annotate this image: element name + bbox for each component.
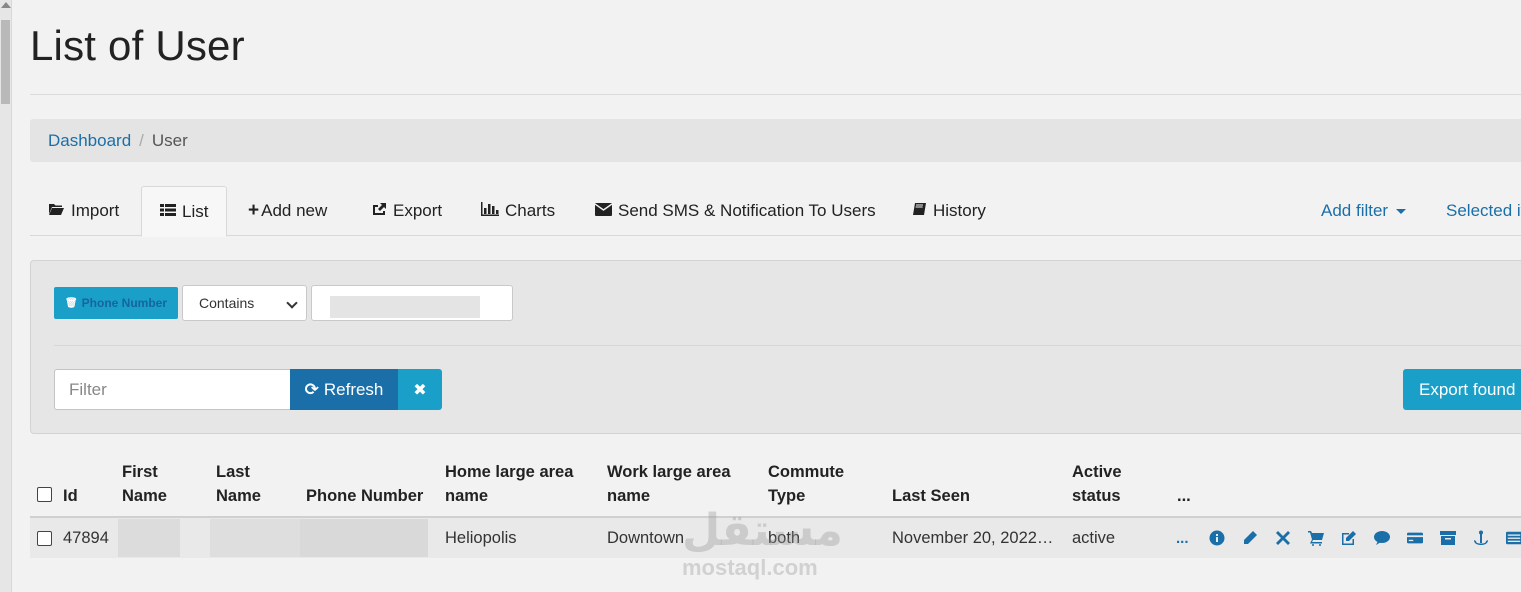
filter-operator-value: Contains [199,295,255,311]
more-actions-link[interactable]: ... [1176,530,1200,547]
tab-charts-label: Charts [505,201,556,220]
column-header-phone-number[interactable]: Phone Number [306,484,423,508]
chevron-down-icon [286,297,298,309]
tab-send-sms[interactable]: Send SMS & Notification To Users [577,186,894,236]
tab-export-label: Export [393,201,443,220]
tab-list[interactable]: List [141,186,228,237]
tab-add-new-label: Add new [261,201,328,220]
column-header-last-name[interactable]: Last Name [216,460,286,508]
tab-add-new[interactable]: + Add new [230,186,345,236]
refresh-icon: ⟳ [304,379,319,399]
breadcrumb-separator: / [139,130,144,150]
tab-send-sms-label: Send SMS & Notification To Users [618,201,876,220]
folder-open-icon [48,202,65,220]
redacted-phone [300,519,428,557]
cart-icon[interactable] [1299,530,1332,546]
table-header: Id First Name Last Name Phone Number Hom… [30,458,1521,518]
cell-id: 47894 [63,528,109,547]
add-filter-label: Add filter [1321,201,1389,220]
refresh-button[interactable]: ⟳ Refresh [290,369,398,410]
tab-history-label: History [933,201,986,220]
redacted-value [330,296,480,318]
tab-charts[interactable]: Charts [463,186,573,236]
add-filter-dropdown[interactable]: Add filter [1303,186,1424,236]
cell-phone [300,518,428,558]
close-icon: ✖ [413,381,427,399]
column-header-id[interactable]: Id [63,484,78,508]
table-row[interactable]: 47894 Heliopolis Downtown both November … [30,518,1521,558]
cell-first-name [118,518,180,558]
tab-import-label: Import [71,201,120,220]
filter-value-input[interactable] [311,285,513,321]
search-input[interactable]: Filter [54,369,291,410]
row-actions: ... [1176,518,1521,558]
cell-work-area: Downtown [607,528,685,547]
refresh-label: Refresh [323,379,384,399]
tab-import[interactable]: Import [30,186,137,236]
export-found-button[interactable]: Export found U [1403,369,1521,410]
credit-card-icon[interactable] [1398,530,1431,546]
list-alt-icon[interactable] [1497,530,1521,546]
watermark-latin: mostaql.com [682,555,818,580]
page-title: List of User [30,22,245,69]
title-divider [30,94,1521,95]
book-icon [912,202,927,221]
selected-items-dropdown[interactable]: Selected it [1428,186,1521,236]
plus-icon: + [248,200,260,221]
bar-chart-icon [481,202,499,220]
pencil-icon[interactable] [1233,530,1266,546]
column-header-work-area[interactable]: Work large area name [607,460,757,508]
panel-divider [54,345,1521,346]
column-header-commute-type[interactable]: Commute Type [768,460,868,508]
breadcrumb-current: User [151,130,188,150]
cell-commute-type: both [768,528,801,547]
column-header-last-seen[interactable]: Last Seen [892,484,970,508]
cell-last-name [210,518,300,558]
cell-active-status: active [1072,528,1116,547]
archive-icon[interactable] [1431,530,1464,546]
filter-operator-select[interactable]: Contains [182,285,307,321]
info-icon[interactable] [1200,530,1233,546]
list-icon [160,203,176,221]
tab-export[interactable]: Export [353,186,460,236]
redacted-last-name [210,519,300,557]
trash-icon[interactable]: 🗑 [65,298,78,309]
vertical-scrollbar[interactable] [0,0,12,592]
filter-field-label: Phone Number [81,296,168,310]
row-checkbox[interactable] [37,531,52,546]
redacted-first-name [118,519,180,557]
cell-last-seen: November 20, 2022… [892,528,1054,547]
close-icon[interactable] [1266,530,1299,546]
filter-panel: 🗑 Phone Number Contains Filter ⟳ Refresh… [30,260,1521,434]
column-header-more: ... [1177,487,1191,505]
column-header-home-area[interactable]: Home large area name [445,460,595,508]
scrollbar-thumb[interactable] [1,20,10,104]
select-all-checkbox[interactable] [37,487,52,502]
clear-filter-button[interactable]: ✖ [398,369,442,410]
breadcrumb: Dashboard / User [30,119,1521,162]
column-header-active-status[interactable]: Active status [1072,460,1142,508]
selected-items-label: Selected it [1446,201,1521,220]
scroll-up-arrow-icon[interactable] [1,2,11,8]
tab-history[interactable]: History [894,186,1004,236]
breadcrumb-dashboard-link[interactable]: Dashboard [48,131,131,151]
tab-bar: Import List + Add new Export Charts Send… [30,186,1521,237]
anchor-icon[interactable] [1464,530,1497,546]
share-icon [371,202,387,220]
column-header-first-name[interactable]: First Name [122,460,202,508]
edit-icon[interactable] [1332,530,1365,546]
filter-field-chip[interactable]: 🗑 Phone Number [54,287,178,319]
cell-home-area: Heliopolis [445,528,517,547]
comment-icon[interactable] [1365,530,1398,546]
tab-list-label: List [182,201,209,221]
export-found-label: Export found U [1419,379,1521,399]
caret-down-icon [1396,208,1407,214]
envelope-icon [594,202,613,220]
